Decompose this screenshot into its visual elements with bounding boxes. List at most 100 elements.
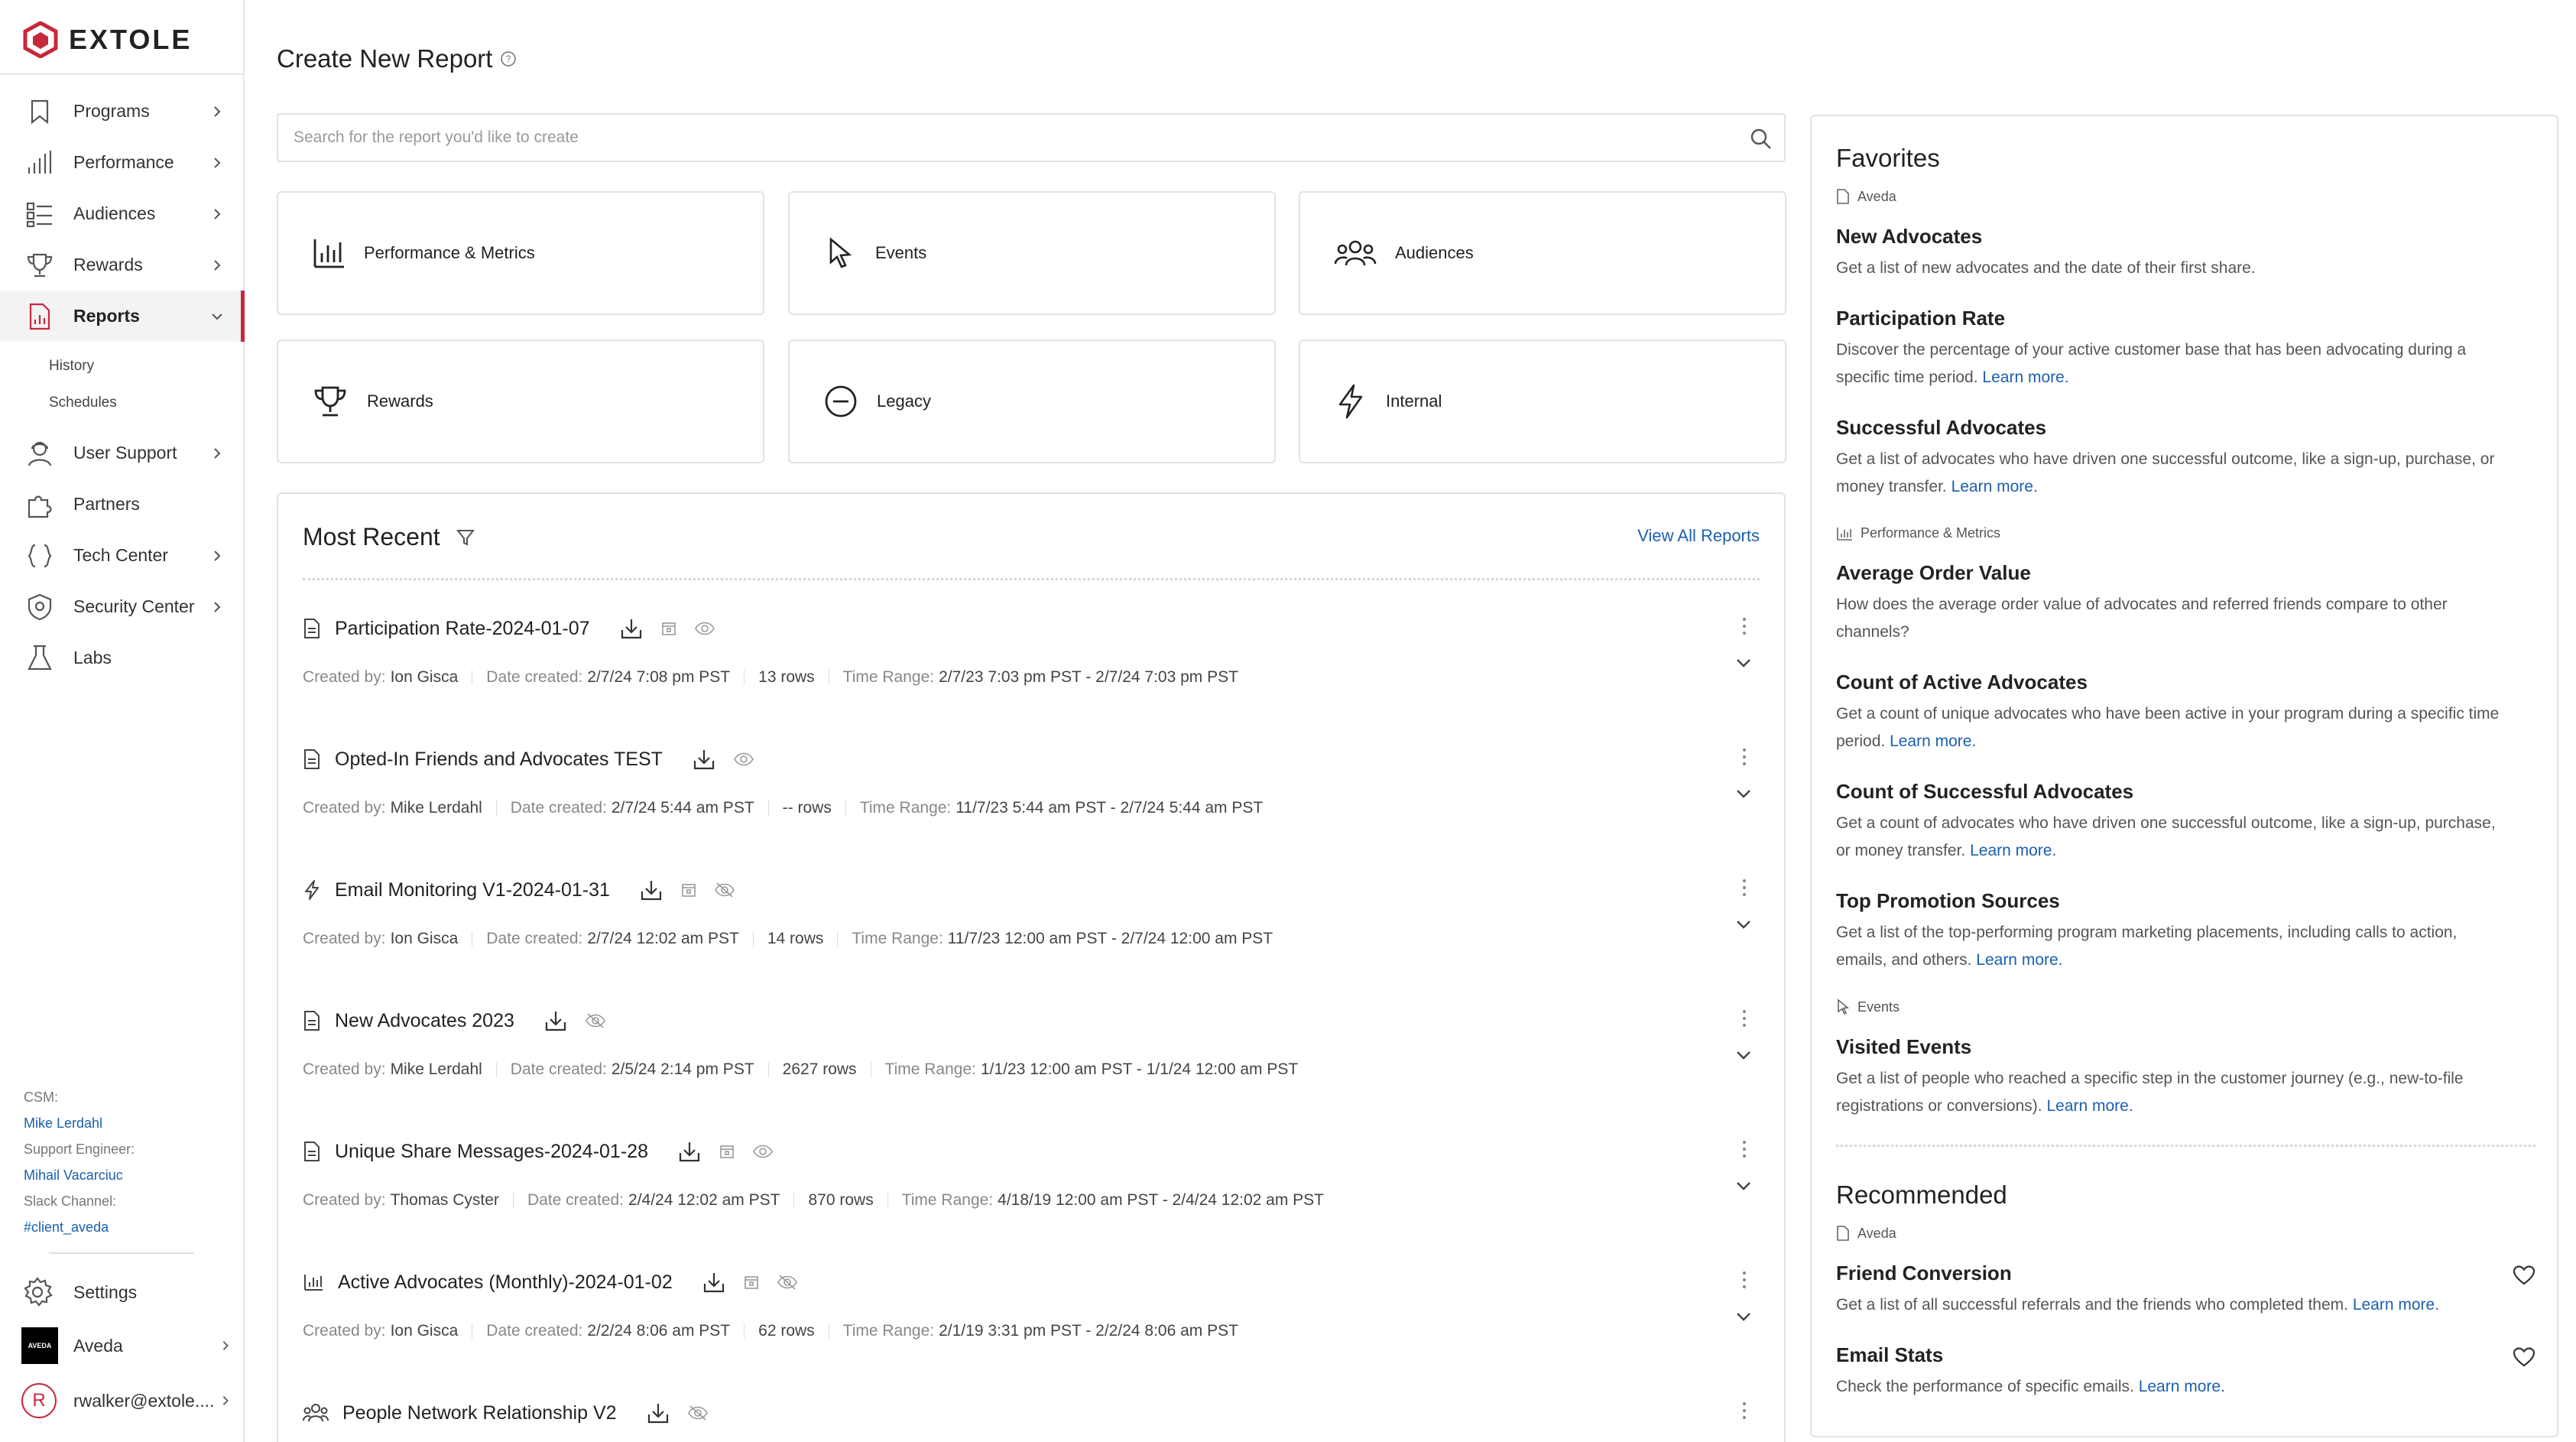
learn-more-link[interactable]: Learn more. xyxy=(1970,842,2056,859)
kebab-menu-icon[interactable] xyxy=(1741,1008,1747,1028)
favorite-item[interactable]: Average Order Value How does the average… xyxy=(1836,561,2535,646)
slack-channel-link[interactable]: #client_aveda xyxy=(24,1214,135,1240)
sidebar-item-reports[interactable]: Reports xyxy=(0,291,245,342)
recommended-item[interactable]: Email Stats Check the performance of spe… xyxy=(1836,1343,2535,1401)
sidebar-item-tech-center[interactable]: Tech Center xyxy=(0,530,245,581)
support-engineer-link[interactable]: Mihail Vacarciuc xyxy=(24,1162,135,1188)
chevron-down-icon[interactable] xyxy=(1735,1439,1752,1442)
download-icon[interactable] xyxy=(677,1139,702,1164)
calendar-icon[interactable] xyxy=(680,882,697,898)
report-row[interactable]: Opted-In Friends and Advocates TEST Crea… xyxy=(278,719,1784,850)
meta-separator xyxy=(767,1062,769,1077)
chevron-down-icon[interactable] xyxy=(1735,1177,1752,1194)
search-icon[interactable] xyxy=(1749,127,1773,151)
eye-icon[interactable] xyxy=(752,1144,774,1159)
chevron-down-icon[interactable] xyxy=(1735,785,1752,802)
learn-more-link[interactable]: Learn more. xyxy=(2353,1296,2439,1314)
kebab-menu-icon[interactable] xyxy=(1741,878,1747,898)
report-row[interactable]: Unique Share Messages-2024-01-28 Created… xyxy=(278,1112,1784,1242)
calendar-icon[interactable] xyxy=(743,1274,760,1291)
category-audiences[interactable]: Audiences xyxy=(1299,191,1786,315)
favorite-item[interactable]: New Advocates Get a list of new advocate… xyxy=(1836,225,2535,282)
favorite-title[interactable]: Visited Events xyxy=(1836,1035,2535,1059)
recommended-title-text[interactable]: Friend Conversion xyxy=(1836,1262,2535,1285)
csm-link[interactable]: Mike Lerdahl xyxy=(24,1110,135,1136)
eye-off-icon[interactable] xyxy=(777,1274,798,1291)
favorite-title[interactable]: New Advocates xyxy=(1836,225,2535,248)
download-icon[interactable] xyxy=(646,1401,670,1425)
eye-off-icon[interactable] xyxy=(714,882,735,898)
sidebar-item-settings[interactable]: Settings xyxy=(0,1269,245,1315)
sidebar-item-user-support[interactable]: User Support xyxy=(0,427,245,479)
eye-off-icon[interactable] xyxy=(585,1012,606,1029)
favorite-title[interactable]: Average Order Value xyxy=(1836,561,2535,585)
category-internal[interactable]: Internal xyxy=(1299,339,1786,463)
favorite-item[interactable]: Top Promotion Sources Get a list of the … xyxy=(1836,889,2535,974)
user-menu[interactable]: R rwalker@extole.... xyxy=(0,1378,245,1424)
learn-more-link[interactable]: Learn more. xyxy=(1951,478,2038,495)
sidebar-subitem-history[interactable]: History xyxy=(0,348,245,385)
search-input[interactable] xyxy=(278,115,1784,161)
favorite-title[interactable]: Count of Active Advocates xyxy=(1836,671,2535,694)
favorite-item[interactable]: Successful Advocates Get a list of advoc… xyxy=(1836,416,2535,501)
calendar-icon[interactable] xyxy=(660,620,677,637)
recommended-item[interactable]: Friend Conversion Get a list of all succ… xyxy=(1836,1262,2535,1319)
kebab-menu-icon[interactable] xyxy=(1741,1401,1747,1421)
download-icon[interactable] xyxy=(543,1008,568,1033)
favorite-title[interactable]: Participation Rate xyxy=(1836,307,2535,330)
help-icon[interactable]: ? xyxy=(500,50,517,67)
filter-icon[interactable] xyxy=(456,528,475,547)
sidebar-item-security-center[interactable]: Security Center xyxy=(0,581,245,632)
report-row[interactable]: New Advocates 2023 Created by: Mike Lerda… xyxy=(278,981,1784,1112)
eye-off-icon[interactable] xyxy=(687,1405,709,1421)
eye-icon[interactable] xyxy=(733,752,754,767)
report-row[interactable]: Email Monitoring V1-2024-01-31 Created b… xyxy=(278,850,1784,981)
sidebar-subitem-schedules[interactable]: Schedules xyxy=(0,385,245,421)
category-events[interactable]: Events xyxy=(788,191,1276,315)
sidebar-item-labs[interactable]: Labs xyxy=(0,632,245,684)
chevron-down-icon[interactable] xyxy=(1735,916,1752,933)
kebab-menu-icon[interactable] xyxy=(1741,1270,1747,1290)
download-icon[interactable] xyxy=(619,616,644,641)
calendar-icon[interactable] xyxy=(719,1143,735,1160)
kebab-menu-icon[interactable] xyxy=(1741,747,1747,767)
category-legacy[interactable]: Legacy xyxy=(788,339,1276,463)
learn-more-link[interactable]: Learn more. xyxy=(1890,732,1976,750)
learn-more-link[interactable]: Learn more. xyxy=(1982,369,2068,386)
kebab-menu-icon[interactable] xyxy=(1741,1139,1747,1159)
sidebar-item-performance[interactable]: Performance xyxy=(0,137,245,188)
download-icon[interactable] xyxy=(639,878,663,902)
learn-more-link[interactable]: Learn more. xyxy=(1976,951,2062,969)
category-performance-metrics[interactable]: Performance & Metrics xyxy=(277,191,764,315)
favorite-title[interactable]: Top Promotion Sources xyxy=(1836,889,2535,913)
eye-icon[interactable] xyxy=(694,621,715,636)
view-all-reports-link[interactable]: View All Reports xyxy=(1637,526,1760,546)
chevron-down-icon[interactable] xyxy=(1735,1047,1752,1064)
favorite-item[interactable]: Visited Events Get a list of people who … xyxy=(1836,1035,2535,1120)
favorite-title[interactable]: Count of Successful Advocates xyxy=(1836,780,2535,804)
favorite-item[interactable]: Count of Active Advocates Get a count of… xyxy=(1836,671,2535,755)
report-row[interactable]: Active Advocates (Monthly)-2024-01-02 Cr… xyxy=(278,1242,1784,1373)
sidebar-item-audiences[interactable]: Audiences xyxy=(0,188,245,239)
download-icon[interactable] xyxy=(702,1270,726,1294)
download-icon[interactable] xyxy=(692,747,716,771)
chevron-down-icon[interactable] xyxy=(1735,654,1752,671)
client-switcher[interactable]: AVEDA Aveda xyxy=(0,1323,245,1369)
extole-logo[interactable]: EXTOLE xyxy=(23,21,192,58)
report-row[interactable]: Participation Rate-2024-01-07 Created by… xyxy=(278,589,1784,719)
learn-more-link[interactable]: Learn more. xyxy=(2139,1378,2225,1395)
heart-icon[interactable] xyxy=(2513,1346,2535,1368)
heart-icon[interactable] xyxy=(2513,1265,2535,1286)
favorite-item[interactable]: Count of Successful Advocates Get a coun… xyxy=(1836,780,2535,865)
sidebar-item-partners[interactable]: Partners xyxy=(0,479,245,530)
favorite-item[interactable]: Participation Rate Discover the percenta… xyxy=(1836,307,2535,391)
kebab-menu-icon[interactable] xyxy=(1741,616,1747,636)
recommended-title-text[interactable]: Email Stats xyxy=(1836,1343,2535,1367)
sidebar-item-rewards[interactable]: Rewards xyxy=(0,239,245,291)
chevron-down-icon[interactable] xyxy=(1735,1308,1752,1325)
favorite-title[interactable]: Successful Advocates xyxy=(1836,416,2535,440)
sidebar-item-programs[interactable]: Programs xyxy=(0,86,245,137)
category-rewards[interactable]: Rewards xyxy=(277,339,764,463)
learn-more-link[interactable]: Learn more. xyxy=(2046,1097,2133,1115)
report-row[interactable]: People Network Relationship V2 xyxy=(278,1373,1784,1442)
